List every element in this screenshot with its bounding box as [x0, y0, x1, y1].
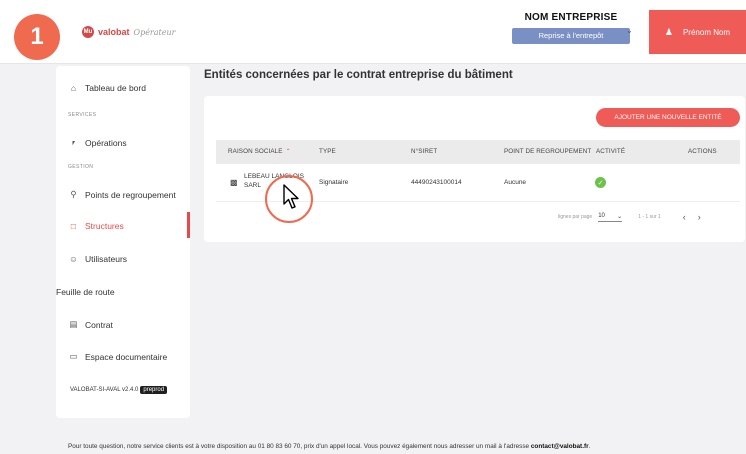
sidebar-item-label: Espace documentaire	[85, 351, 168, 362]
truck-icon: ⎖	[70, 137, 77, 147]
sidebar-item-dashboard[interactable]: ⌂ Tableau de bord	[68, 83, 146, 93]
column-header-actions: ACTIONS	[688, 148, 717, 155]
contact-email-link[interactable]: contact@valobat.fr	[531, 443, 589, 450]
valobat-logo[interactable]: Mu valobat Opérateur	[82, 26, 175, 38]
pagination: lignes par page 10 ⌄ 1 - 1 sur 1 ‹ ›	[558, 212, 713, 222]
sidebar-item-contract[interactable]: ▤ Contrat	[68, 319, 113, 330]
cell-siret: 44490243100014	[411, 179, 462, 186]
chevron-down-icon: ⌄	[617, 213, 623, 220]
column-header-point[interactable]: POINT DE REGROUPEMENT	[504, 140, 591, 164]
rows-per-page-value: 10	[598, 212, 605, 219]
column-header-label: RAISON SOCIALE	[228, 148, 283, 155]
top-bar: Mu valobat Opérateur NOM ENTREPRISE Repr…	[0, 0, 746, 64]
sidebar: ⌂ Tableau de bord SERVICES ⎖ Opérations …	[56, 66, 190, 418]
step-badge: 1	[14, 14, 60, 60]
section-label-gestion: GESTION	[68, 164, 94, 170]
footer-end: .	[588, 443, 591, 450]
table-header: RAISON SOCIALE ⌃ TYPE N°SIRET POINT DE RE…	[216, 140, 740, 164]
column-header-activite[interactable]: ACTIVITÉ	[596, 140, 625, 164]
sidebar-item-roadmap[interactable]: Feuille de route	[56, 287, 115, 297]
add-entity-button[interactable]: AJOUTER UNE NOUVELLE ENTITÉ	[596, 108, 740, 127]
version-text: VALOBAT-SI-AVAL v2.4.0	[70, 387, 139, 393]
footer-text: Pour toute question, notre service clien…	[68, 443, 531, 450]
users-icon: ☺	[69, 254, 78, 264]
map-pin-icon: ⚲	[70, 189, 77, 199]
cell-point: Aucune	[504, 179, 527, 186]
sidebar-item-label: Tableau de bord	[85, 83, 146, 93]
user-menu-button[interactable]: ♟ Prénom Nom	[649, 10, 746, 54]
version-info: VALOBAT-SI-AVAL v2.4.0 preprod	[70, 386, 168, 394]
sidebar-item-users[interactable]: ☺ Utilisateurs	[68, 254, 127, 264]
column-header-type[interactable]: TYPE	[319, 140, 336, 164]
column-header-raison-sociale[interactable]: RAISON SOCIALE ⌃	[228, 140, 291, 164]
company-selector[interactable]: NOM ENTREPRISE Reprise à l'entrepôt	[508, 12, 634, 44]
page-title: Entités concernées par le contrat entrep…	[204, 69, 513, 81]
next-page-icon[interactable]: ›	[698, 212, 701, 222]
document-icon: ▤	[69, 319, 78, 329]
pagination-range: 1 - 1 sur 1	[638, 214, 661, 220]
building-icon: ▩	[230, 178, 238, 187]
rows-per-page-select[interactable]: 10 ⌄	[598, 212, 623, 222]
sidebar-item-label: Opérations	[85, 137, 127, 148]
footer: Pour toute question, notre service clien…	[68, 443, 590, 450]
sidebar-item-label: Utilisateurs	[85, 254, 128, 264]
sidebar-item-label: Structures	[85, 221, 124, 231]
sort-up-icon[interactable]: ⌃	[286, 149, 291, 155]
sidebar-item-documents[interactable]: ▭ Espace documentaire	[68, 351, 167, 362]
cell-type: Signataire	[319, 179, 349, 186]
building-icon: □	[70, 221, 77, 231]
column-header-siret[interactable]: N°SIRET	[411, 140, 437, 164]
home-icon: ⌂	[70, 83, 77, 93]
version-tag: preprod	[140, 386, 168, 394]
section-label-services: SERVICES	[68, 112, 97, 118]
sidebar-item-structures[interactable]: □ Structures	[68, 221, 124, 231]
check-circle-icon: ✓	[595, 177, 606, 188]
rows-per-page-label: lignes par page	[558, 214, 593, 220]
logo-mark: Mu	[82, 26, 94, 38]
chevron-down-icon[interactable]: ⌄	[626, 26, 633, 35]
user-name: Prénom Nom	[682, 27, 731, 37]
company-name: NOM ENTREPRISE	[524, 12, 618, 23]
mouse-cursor-icon	[283, 184, 299, 209]
sidebar-item-label: Feuille de route	[56, 287, 115, 297]
sidebar-item-label: Points de regroupement	[85, 189, 176, 200]
reprise-button[interactable]: Reprise à l'entrepôt	[512, 28, 630, 44]
logo-brand: valobat	[98, 27, 130, 37]
folder-icon: ▭	[69, 351, 78, 361]
sidebar-item-points[interactable]: ⚲ Points de regroupement	[68, 189, 176, 200]
logo-subtitle: Opérateur	[133, 27, 176, 37]
active-indicator	[187, 212, 190, 238]
sidebar-item-label: Contrat	[85, 319, 113, 330]
sidebar-item-operations[interactable]: ⎖ Opérations	[68, 137, 127, 148]
previous-page-icon[interactable]: ‹	[683, 212, 686, 222]
user-icon: ♟	[664, 26, 673, 37]
